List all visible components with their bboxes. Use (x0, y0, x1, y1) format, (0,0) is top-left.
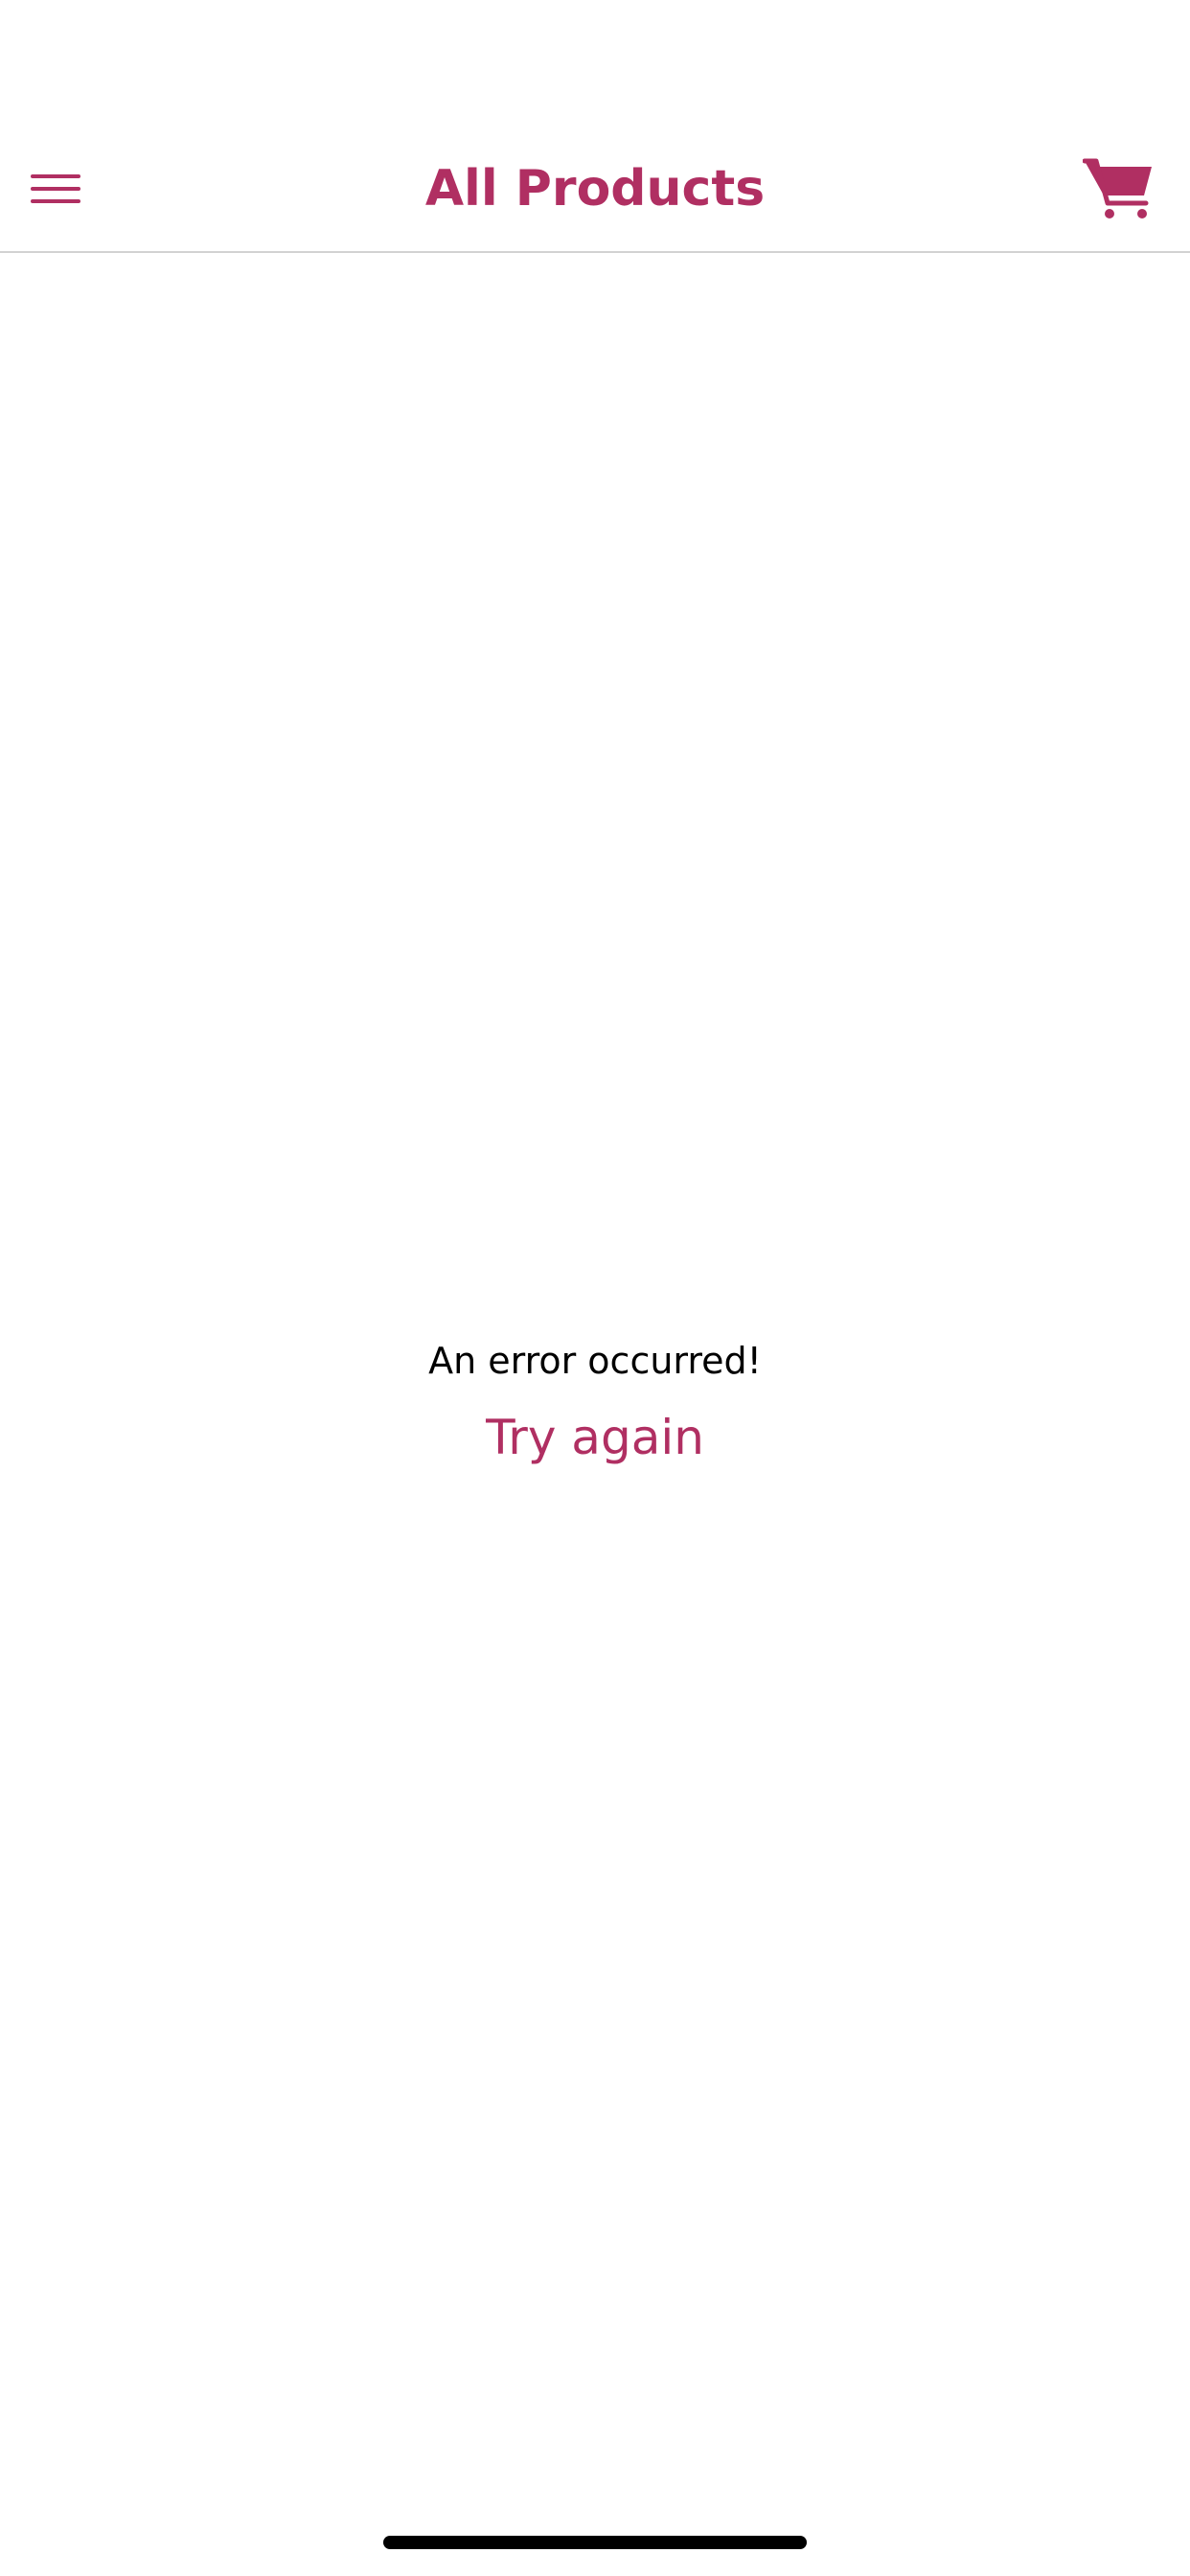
cart-button[interactable] (1083, 155, 1156, 222)
app-header: All Products (0, 126, 1190, 253)
try-again-button[interactable]: Try again (474, 1403, 716, 1472)
shopping-cart-icon (1083, 158, 1152, 218)
error-state: An error occurred! Try again (0, 1332, 1190, 1472)
home-indicator (383, 2536, 807, 2549)
menu-button[interactable] (21, 161, 94, 217)
error-message: An error occurred! (428, 1340, 762, 1382)
app-screen: All Products An error occurred! Try agai… (0, 0, 1190, 2576)
status-bar (0, 0, 1190, 126)
hamburger-menu-icon (31, 174, 80, 203)
page-title: All Products (424, 160, 766, 218)
